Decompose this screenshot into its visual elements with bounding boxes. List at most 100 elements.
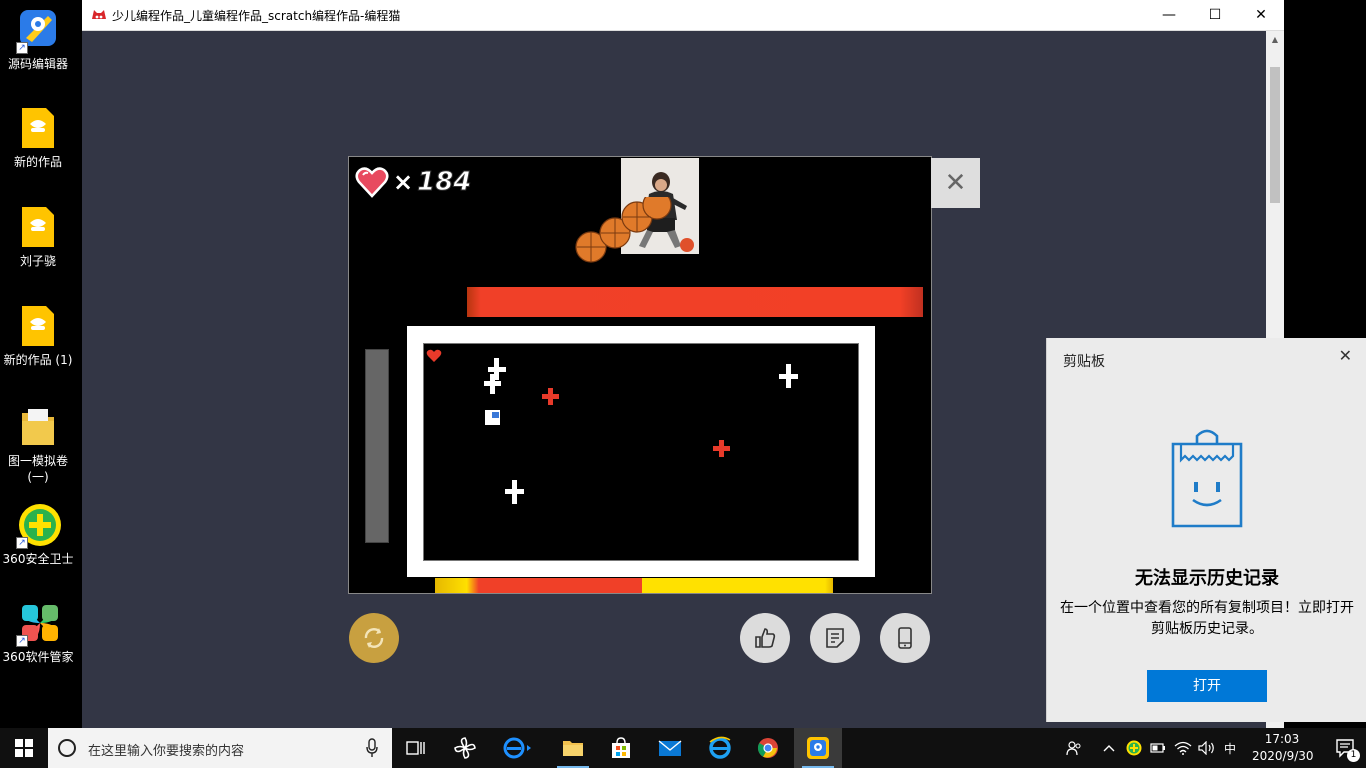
wifi-icon[interactable] bbox=[1172, 728, 1194, 768]
desktop-icon-360-safe[interactable]: ↗ 360安全卫士 bbox=[0, 503, 76, 567]
taskbar-app-ie[interactable] bbox=[696, 728, 744, 768]
maximize-button[interactable]: ☐ bbox=[1192, 0, 1238, 31]
people-icon[interactable] bbox=[1064, 728, 1084, 768]
enemy-health-bar bbox=[467, 287, 923, 317]
desktop-icon-label: 刘子骁 bbox=[19, 254, 56, 268]
show-hidden-icons-chevron-icon[interactable] bbox=[1100, 728, 1118, 768]
battery-icon[interactable] bbox=[1148, 728, 1168, 768]
clipboard-title: 剪贴板 bbox=[1063, 354, 1105, 370]
phone-icon bbox=[898, 627, 912, 649]
codemao-file-icon bbox=[18, 205, 58, 249]
desktop-icon-label: 360安全卫士 bbox=[2, 552, 74, 566]
desktop-icon-label: 源码编辑器 bbox=[7, 57, 68, 71]
desktop-icon-code-editor[interactable]: ↗ 源码编辑器 bbox=[0, 8, 76, 72]
notes-button[interactable] bbox=[810, 613, 860, 663]
scroll-up-arrow-icon[interactable]: ▲ bbox=[1266, 31, 1284, 49]
arena-field bbox=[423, 343, 859, 561]
pinwheel-icon bbox=[454, 737, 476, 759]
stage-close-button[interactable]: ✕ bbox=[931, 158, 980, 208]
white-cross-bullets bbox=[484, 358, 798, 504]
system-clock[interactable]: 17:03 2020/9/30 bbox=[1252, 731, 1314, 765]
player-health-bar bbox=[435, 578, 833, 593]
codemao-file-icon bbox=[18, 304, 58, 348]
360-software-icon: ↗ bbox=[16, 601, 58, 647]
clipboard-panel: 剪贴板 ✕ 无法显示历史记录 在一个位置中查看您的所有复制项目！立即打开剪贴板历… bbox=[1046, 338, 1366, 722]
close-button[interactable]: ✕ bbox=[1238, 0, 1284, 31]
taskbar-app-code-editor[interactable] bbox=[794, 728, 842, 768]
player-heart-icon bbox=[426, 349, 442, 362]
battle-arena[interactable] bbox=[407, 326, 875, 577]
window-title: 少儿编程作品_儿童编程作品_scratch编程作品-编程猫 bbox=[112, 9, 401, 23]
start-button[interactable] bbox=[0, 728, 48, 768]
desktop-icon-360-software[interactable]: ↗ 360软件管家 bbox=[0, 601, 76, 665]
note-icon bbox=[826, 628, 844, 648]
code-editor-icon bbox=[807, 737, 829, 759]
title-bar[interactable]: 少儿编程作品_儿童编程作品_scratch编程作品-编程猫 — ☐ ✕ bbox=[82, 0, 1284, 31]
taskbar-app-pinwheel[interactable] bbox=[441, 728, 489, 768]
clipboard-open-button[interactable]: 打开 bbox=[1147, 670, 1267, 702]
task-view-button[interactable] bbox=[392, 728, 440, 768]
clipboard-description: 在一个位置中查看您的所有复制项目！立即打开剪贴板历史记录。 bbox=[1060, 600, 1354, 637]
heart-icon bbox=[355, 165, 389, 199]
replay-button[interactable] bbox=[349, 613, 399, 663]
mobile-button[interactable] bbox=[880, 613, 930, 663]
desktop-icon-label: 新的作品 (1) bbox=[3, 353, 73, 367]
side-gauge bbox=[365, 349, 389, 543]
taskbar-app-store[interactable] bbox=[597, 728, 645, 768]
ie-icon bbox=[503, 737, 531, 759]
codemao-logo-icon bbox=[91, 7, 107, 23]
volume-icon[interactable] bbox=[1196, 728, 1218, 768]
codemao-file-icon bbox=[18, 106, 58, 150]
ime-indicator[interactable]: 中 bbox=[1220, 728, 1240, 768]
like-button[interactable] bbox=[740, 613, 790, 663]
red-cross-bullets bbox=[542, 388, 730, 457]
minimize-button[interactable]: — bbox=[1146, 0, 1192, 31]
desktop-icon-new-work-1[interactable]: 新的作品 (1) bbox=[0, 304, 76, 368]
code-editor-icon: ↗ bbox=[16, 8, 58, 54]
clock-date: 2020/9/30 bbox=[1252, 749, 1314, 763]
refresh-icon bbox=[364, 628, 384, 648]
game-stage[interactable]: × 184 bbox=[348, 156, 932, 594]
lives-count: 184 bbox=[417, 167, 472, 198]
windows-logo-icon bbox=[15, 739, 33, 757]
search-placeholder: 在这里输入你要搜索的内容 bbox=[88, 744, 245, 759]
taskbar-app-ie-360[interactable] bbox=[494, 728, 542, 768]
thumbs-up-icon bbox=[755, 628, 776, 648]
desktop-icon-label: 360软件管家 bbox=[2, 650, 74, 664]
internet-explorer-icon bbox=[709, 736, 731, 759]
360-tray-icon[interactable] bbox=[1124, 728, 1144, 768]
store-icon bbox=[612, 737, 630, 758]
microphone-icon[interactable] bbox=[366, 738, 378, 758]
chrome-icon bbox=[757, 738, 778, 758]
shortcut-arrow-icon: ↗ bbox=[16, 537, 28, 549]
desktop-icon-new-work[interactable]: 新的作品 bbox=[0, 106, 76, 170]
search-icon bbox=[58, 739, 76, 757]
notification-badge: 1 bbox=[1347, 749, 1360, 762]
taskbar-app-file-explorer[interactable] bbox=[549, 728, 597, 768]
clipboard-close-button[interactable]: ✕ bbox=[1339, 346, 1352, 365]
folder-icon bbox=[563, 741, 583, 756]
taskbar-app-chrome[interactable] bbox=[744, 728, 792, 768]
blue-square bbox=[492, 412, 499, 418]
desktop-icon-liu[interactable]: 刘子骁 bbox=[0, 205, 76, 269]
lives-counter: × 184 bbox=[355, 165, 472, 199]
mail-icon bbox=[658, 740, 682, 756]
taskbar-search-box[interactable]: 在这里输入你要搜索的内容 bbox=[48, 728, 392, 768]
taskbar-app-mail[interactable] bbox=[646, 728, 694, 768]
clipboard-heading: 无法显示历史记录 bbox=[1135, 568, 1279, 589]
360-safe-icon: ↗ bbox=[16, 503, 61, 549]
desktop-icon-label: 图一模拟卷 (一) bbox=[7, 454, 68, 484]
desktop-icon-label: 新的作品 bbox=[13, 155, 62, 169]
clipboard-illustration-icon bbox=[1170, 428, 1244, 528]
desktop: ↗ 源码编辑器 新的作品 刘子骁 新的作品 (1) 图一模拟卷 (一) ↗ 36… bbox=[0, 0, 82, 728]
clock-time: 17:03 bbox=[1264, 732, 1300, 746]
scroll-thumb[interactable] bbox=[1270, 67, 1280, 203]
basketball-trail bbox=[575, 190, 705, 267]
notification-center-button[interactable]: 1 bbox=[1334, 736, 1360, 762]
task-view-icon bbox=[406, 741, 425, 755]
desktop-icon-folder[interactable]: 图一模拟卷 (一) bbox=[0, 405, 76, 485]
lives-multiplier: × bbox=[393, 168, 414, 196]
shortcut-arrow-icon: ↗ bbox=[16, 42, 28, 54]
shortcut-arrow-icon: ↗ bbox=[16, 635, 28, 647]
folder-icon bbox=[18, 405, 58, 449]
